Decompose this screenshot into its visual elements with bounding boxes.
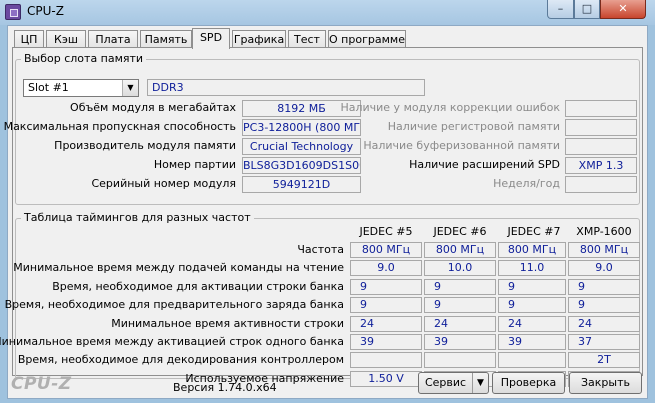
timing-cell: 39 <box>424 334 496 350</box>
timing-cell: 10.0 <box>424 260 496 277</box>
chevron-down-icon[interactable]: ▼ <box>122 80 138 96</box>
slot-select-value: Slot #1 <box>28 81 69 94</box>
timing-row-label: Минимальное время активности строки <box>111 316 344 330</box>
timing-cell: 37 <box>568 334 640 350</box>
service-button-label: Сервис <box>424 376 467 389</box>
spd-panel: Выбор слота памяти Slot #1 ▼ DDR3 Объём … <box>0 47 643 387</box>
slot-select[interactable]: Slot #1 ▼ <box>23 79 139 97</box>
registered-value <box>565 119 637 136</box>
timing-row-label: Частота <box>297 243 344 256</box>
timing-row-label: Время, необходимое для декодирования кон… <box>17 353 344 367</box>
column-header: JEDEC #6 <box>433 225 487 238</box>
timing-cell: 24 <box>350 315 422 332</box>
timing-cell: 24 <box>498 315 566 332</box>
timing-cell <box>498 352 566 369</box>
tab-graphics[interactable]: Графика <box>232 30 286 48</box>
tab-cache[interactable]: Кэш <box>46 30 86 48</box>
cpuz-app-icon <box>5 4 21 20</box>
timing-cell: 24 <box>568 315 640 332</box>
manufacturer-label: Производитель модуля памяти <box>54 139 236 152</box>
service-button[interactable]: Сервис ▼ <box>418 372 489 394</box>
tab-spd[interactable]: SPD <box>192 28 230 49</box>
max-bandwidth-label: Максимальная пропускная способность <box>3 120 236 133</box>
timing-cell: 1.50 V <box>350 370 422 387</box>
timing-cell: 800 МГц <box>350 242 422 258</box>
timing-cell: 9 <box>424 297 496 314</box>
tab-mainboard[interactable]: Плата <box>88 30 138 48</box>
slot-group-legend: Выбор слота памяти <box>21 52 147 65</box>
timing-cell: 9 <box>498 297 566 314</box>
timing-cell: 9 <box>498 278 566 295</box>
module-size-label: Объём модуля в мегабайтах <box>70 101 236 114</box>
chevron-down-icon[interactable]: ▼ <box>472 373 488 393</box>
verify-button[interactable]: Проверка <box>492 372 565 394</box>
timing-cell: 9.0 <box>350 260 422 277</box>
timing-cell: 9 <box>568 297 640 314</box>
timing-cell: 39 <box>498 334 566 350</box>
week-year-label: Неделя/год <box>493 177 560 190</box>
serial-number-label: Серийный номер модуля <box>91 177 236 190</box>
timing-cell: 39 <box>350 334 422 350</box>
window-title: CPU-Z <box>27 4 64 18</box>
title-bar[interactable]: CPU-Z – □ ✕ <box>0 0 655 25</box>
close-button[interactable]: Закрыть <box>569 372 642 394</box>
column-header: JEDEC #7 <box>507 225 561 238</box>
week-year-value <box>565 176 637 193</box>
timing-cell: 800 МГц <box>424 242 496 258</box>
timing-cell <box>350 352 422 369</box>
tab-bench[interactable]: Тест <box>288 30 326 48</box>
timing-cell: 9.0 <box>568 260 640 277</box>
timing-cell <box>424 352 496 369</box>
timing-row-label: Минимальное время между активацией строк… <box>0 335 344 348</box>
timing-cell: 24 <box>424 315 496 332</box>
part-number-label: Номер партии <box>153 158 236 171</box>
spd-ext-value: XMP 1.3 <box>565 157 637 174</box>
column-header: XMP-1600 <box>576 225 632 238</box>
minimize-button[interactable]: – <box>547 0 574 19</box>
tab-cpu[interactable]: ЦП <box>14 30 44 48</box>
registered-label: Наличие регистровой памяти <box>387 120 560 133</box>
timing-row-label: Минимальное время между подачей команды … <box>13 261 344 275</box>
buffered-label: Наличие буферизованной памяти <box>363 139 560 152</box>
serial-number-value: 5949121D <box>242 176 361 193</box>
max-bandwidth-value: PC3-12800H (800 МГц) <box>242 119 361 136</box>
timing-row-label: Время, необходимое для предварительного … <box>4 298 344 312</box>
spd-ext-label: Наличие расширений SPD <box>409 158 560 171</box>
timing-cell: 9 <box>568 278 640 295</box>
part-number-value: BLS8G3D1609DS1S00. <box>242 157 361 174</box>
timing-cell: 9 <box>350 297 422 314</box>
timing-cell: 9 <box>424 278 496 295</box>
window-content: ЦП Кэш Плата Память SPD Графика Тест О п… <box>0 25 648 399</box>
timings-table-group: Таблица таймингов для разных частот JEDE… <box>0 211 640 387</box>
memory-type-field: DDR3 <box>147 79 425 96</box>
tab-memory[interactable]: Память <box>140 30 192 48</box>
timing-cell: 9 <box>350 278 422 295</box>
column-header: JEDEC #5 <box>359 225 413 238</box>
memory-slot-group: Выбор слота памяти Slot #1 ▼ DDR3 Объём … <box>4 52 640 205</box>
close-window-button[interactable]: ✕ <box>600 0 646 19</box>
ecc-value <box>565 100 637 117</box>
timing-cell: 11.0 <box>498 260 566 277</box>
tab-about[interactable]: О программе <box>328 30 406 48</box>
timing-cell: 800 МГц <box>568 242 640 258</box>
manufacturer-value: Crucial Technology <box>242 138 361 155</box>
ecc-label: Наличие у модуля коррекции ошибок <box>340 101 560 114</box>
timings-group-legend: Таблица таймингов для разных частот <box>21 211 254 224</box>
timing-cell: 800 МГц <box>498 242 566 258</box>
buffered-value <box>565 138 637 155</box>
cpuz-logo: CPU-Z <box>11 374 72 394</box>
maximize-button[interactable]: □ <box>574 0 600 19</box>
version-label: Версия 1.74.0.x64 <box>173 381 277 394</box>
timing-cell: 2T <box>568 352 640 369</box>
timing-row-label: Время, необходимое для активации строки … <box>52 279 344 293</box>
